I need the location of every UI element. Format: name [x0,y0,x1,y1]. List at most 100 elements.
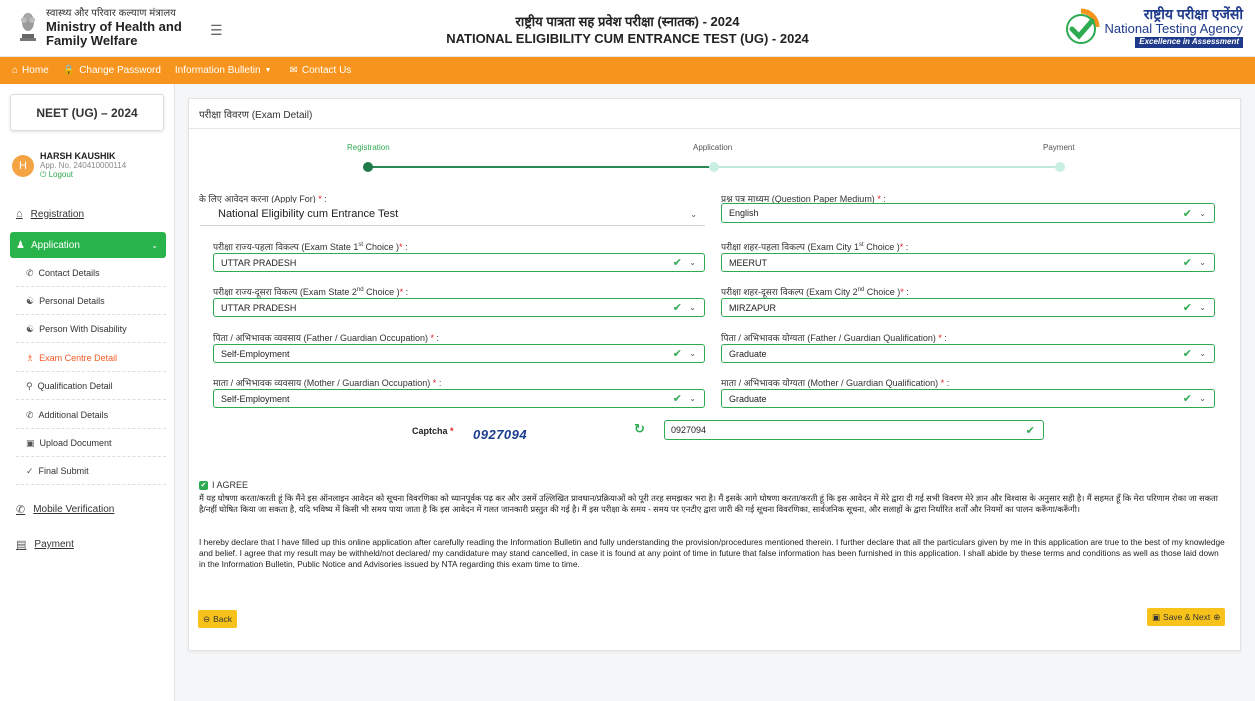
apply-for-select[interactable]: National Eligibility cum Entrance Test ⌄ [200,203,705,226]
credit-card-icon: ▤ [16,539,27,551]
save-next-button[interactable]: ▣ Save & Next ⊕ [1147,608,1226,626]
logout-label: Logout [48,170,74,179]
check-icon: ✔ [1182,393,1192,405]
exam-state-2-select[interactable]: UTTAR PRADESH ✔ ⌄ [213,298,705,317]
label-text: Choice ) [363,287,400,297]
refresh-captcha-icon[interactable]: ↻ [634,421,645,437]
step-payment-label: Payment [1043,143,1075,152]
check-icon: ✔ [672,257,682,269]
label-text: Choice ) [863,242,900,252]
building-icon: ♗ [26,352,35,363]
phone-icon: ✆ [26,267,34,278]
sidebar-subitem-label: Qualification Detail [37,381,113,391]
sidebar-item-label: Application [30,239,80,251]
mother-occupation-select[interactable]: Self-Employment ✔ ⌄ [213,389,705,408]
colon: : [436,378,442,388]
ministry-name-line1: Ministry of Health and [46,18,182,34]
person-icon: ☯ [26,323,35,334]
sidebar-item-application[interactable]: ♟ Application ⌄ [10,232,166,258]
check-icon: ✔ [1182,207,1192,220]
sidebar-subitem-label: Personal Details [39,296,105,306]
mother-qualification-label: माता / अभिभावक योग्यता (Mother / Guardia… [721,376,949,389]
chevron-down-icon: ⌄ [1199,208,1206,218]
person-icon: ☯ [26,295,35,306]
ministry-name-line2: Family Welfare [46,33,138,49]
sidebar-subitem-additional-details[interactable]: ✆ Additional Details [16,402,166,429]
sidebar-subitem-label: Contact Details [38,268,100,278]
ministry-branding: स्वास्थ्य और परिवार कल्याण मंत्रालय Mini… [16,8,182,49]
sidebar-subitem-contact-details[interactable]: ✆ Contact Details [16,260,166,287]
back-button[interactable]: ⊖ Back [198,610,238,628]
avatar: H [12,155,34,177]
nav-home-label: Home [22,65,49,76]
sidebar-item-label: Payment [34,539,74,550]
image-icon: ▣ [26,437,35,448]
arrow-left-circle-icon: ⊖ [203,613,211,624]
check-icon: ✔ [672,393,682,405]
mother-qualification-select[interactable]: Graduate ✔ ⌄ [721,389,1215,408]
sidebar-subitem-final-submit[interactable]: ✓ Final Submit [16,458,166,485]
sidebar-subitem-personal-details[interactable]: ☯ Personal Details [16,288,166,315]
colon: : [903,242,909,252]
father-occupation-select[interactable]: Self-Employment ✔ ⌄ [213,344,705,363]
chevron-down-icon: ⌄ [1199,349,1206,358]
sidebar-item-registration[interactable]: ⌂ Registration [16,208,84,220]
exam-city-1-select[interactable]: MEERUT ✔ ⌄ [721,253,1215,272]
apply-for-value: National Eligibility cum Entrance Test [218,208,399,220]
nav-contact-us-label: Contact Us [301,65,352,76]
sidebar-subitem-upload-document[interactable]: ▣ Upload Document [16,430,166,457]
exam-city-2-label: परीक्षा शहर-दूसरा विकल्प (Exam City 2nd … [721,285,909,298]
father-qualification-select[interactable]: Graduate ✔ ⌄ [721,344,1215,363]
colon: : [402,242,408,252]
check-icon: ✔ [1182,348,1192,360]
colon: : [434,333,440,343]
application-number: App. No. 240410000114 [40,161,127,170]
chevron-down-icon: ⌄ [689,303,696,312]
exam-city-1-value: MEERUT [729,257,767,268]
question-paper-medium-select[interactable]: English ✔ ⌄ [721,203,1215,223]
agree-checkbox[interactable]: ✔ I AGREE [199,480,248,490]
sidebar-item-payment[interactable]: ▤ Payment [16,538,74,551]
sidebar-subitem-label: Additional Details [38,410,109,420]
check-icon: ✔ [1182,257,1192,269]
chevron-down-icon: ⌄ [1199,303,1206,312]
nta-name-english: National Testing Agency [1104,20,1243,36]
nav-change-password[interactable]: 🔒 Change Password [63,65,161,76]
father-occupation-label: पिता / अभिभावक व्यवसाय (Father / Guardia… [213,331,439,344]
save-icon: ▣ [1152,611,1161,622]
father-qualification-label: पिता / अभिभावक योग्यता (Father / Guardia… [721,331,947,344]
step-application-label: Application [693,143,733,152]
exam-state-1-select[interactable]: UTTAR PRADESH ✔ ⌄ [213,253,705,272]
label-text: परीक्षा राज्य-दूसरा विकल्प (Exam State 2 [213,287,357,297]
exam-city-2-select[interactable]: MIRZAPUR ✔ ⌄ [721,298,1215,317]
label-text: परीक्षा राज्य-पहला विकल्प (Exam State 1 [213,242,359,252]
nav-home[interactable]: ⌂ Home [12,65,49,76]
mother-occupation-label: माता / अभिभावक व्यवसाय (Mother / Guardia… [213,376,441,389]
menu-toggle-icon[interactable]: ☰ [210,22,223,39]
captcha-input-value: 0927094 [671,425,707,435]
nav-contact-us[interactable]: ✉ Contact Us [289,65,351,76]
sidebar-subitem-qualification-detail[interactable]: ⚲ Qualification Detail [16,373,166,400]
national-emblem-icon [20,13,36,41]
home-icon: ⌂ [12,65,19,76]
label-text: Captcha [412,426,448,436]
logout-link[interactable]: ⏻ Logout [40,170,126,180]
nav-information-bulletin[interactable]: Information Bulletin ▼ [175,65,276,76]
sidebar-subitem-exam-centre-detail[interactable]: ♗ Exam Centre Detail [16,345,166,372]
sidebar-subitem-person-with-disability[interactable]: ☯ Person With Disability [16,316,166,343]
label-text: माता / अभिभावक व्यवसाय (Mother / Guardia… [213,378,431,388]
phone-icon: ✆ [16,504,26,516]
chevron-down-icon: ⌄ [1199,394,1206,403]
step-dot-payment [1055,162,1065,172]
top-header: स्वास्थ्य और परिवार कल्याण मंत्रालय Mini… [0,0,1255,57]
nta-tagline: Excellence in Assessment [1135,37,1243,48]
captcha-input[interactable]: 0927094 ✔ [664,420,1044,440]
sidebar-item-mobile-verification[interactable]: ✆ Mobile Verification [16,503,114,516]
nav-information-bulletin-label: Information Bulletin [174,65,261,76]
captcha-image: 0927094 [473,427,528,442]
label-text: Choice ) [864,287,901,297]
nta-logo-icon [1066,8,1100,45]
sidebar-subitem-label: Upload Document [39,438,112,448]
card-title: परीक्षा विवरण (Exam Detail) [189,99,1240,129]
chevron-down-icon: ⌄ [689,394,696,403]
